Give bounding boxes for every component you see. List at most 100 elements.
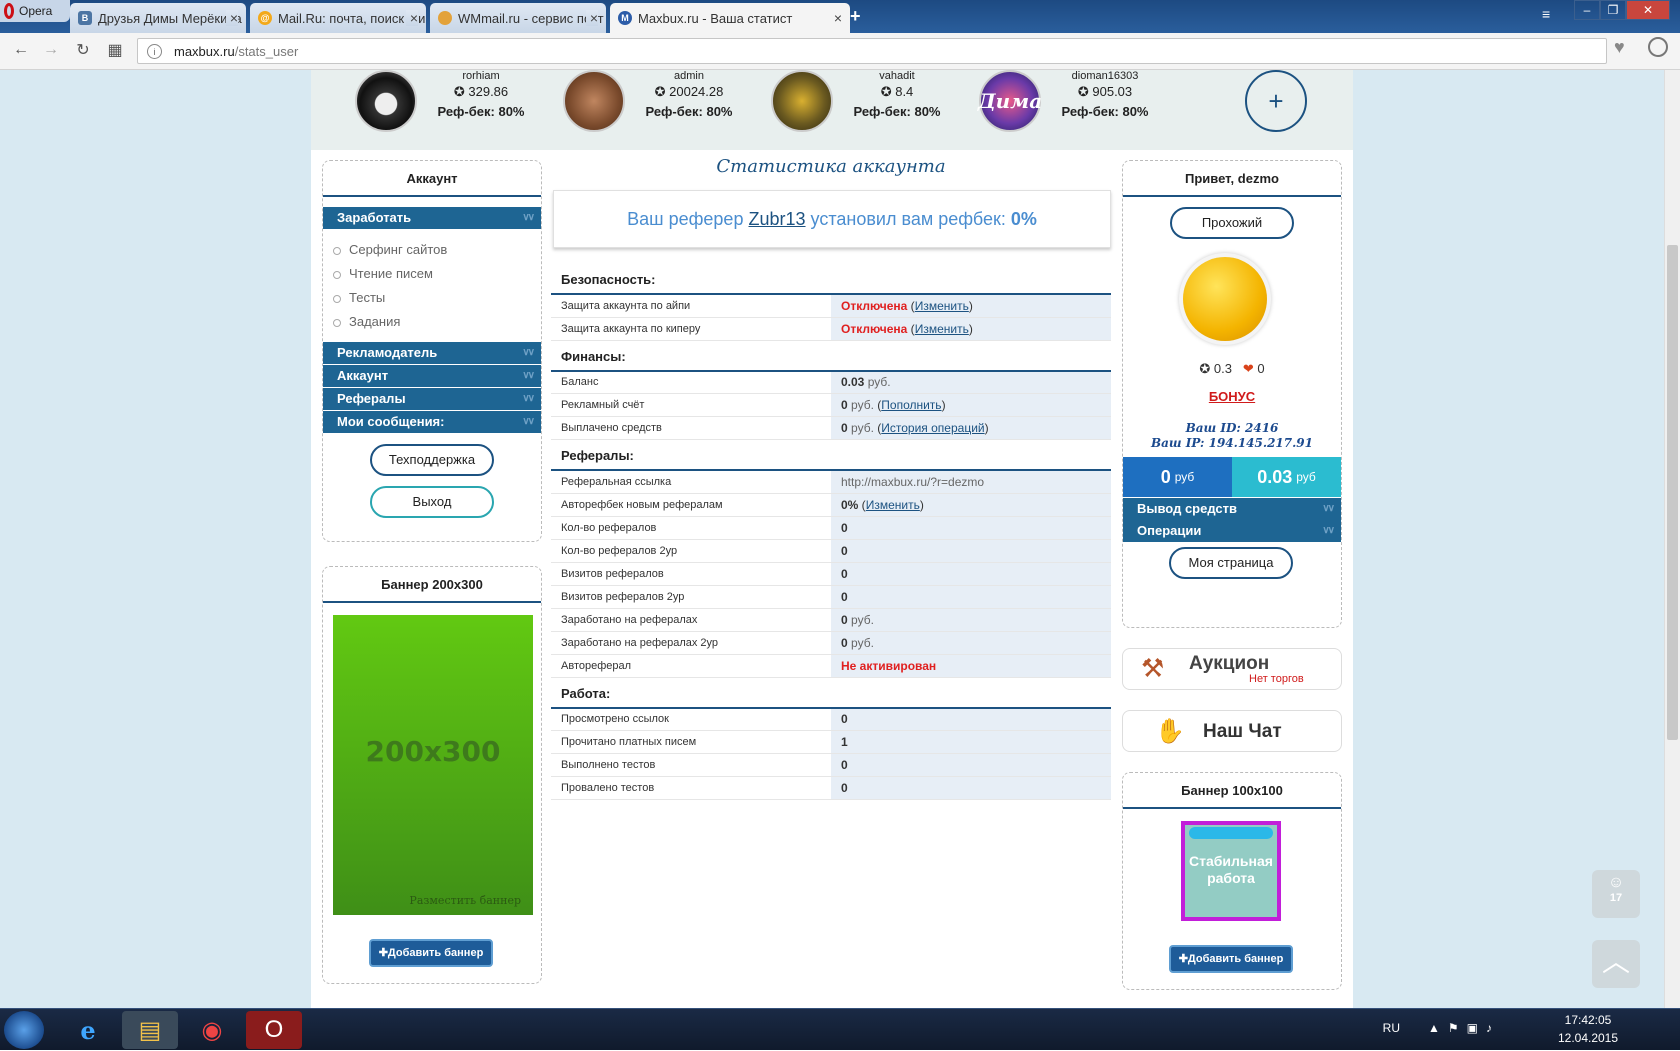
browser-tab-mailru[interactable]: @ Mail.Ru: почта, поиск в ин ×	[250, 3, 426, 33]
explorer-taskbar-icon[interactable]: ▤	[122, 1011, 178, 1049]
row-label: Рекламный счёт	[551, 393, 831, 417]
row-label: Визитов рефералов 2ур	[551, 585, 831, 609]
start-button[interactable]	[4, 1011, 44, 1049]
row-value: 0 руб. (История операций)	[831, 416, 1111, 440]
referral-refback: Реф-бек: 80%	[1061, 104, 1149, 119]
tab-close-icon[interactable]: ×	[829, 10, 842, 26]
account-icon[interactable]	[1648, 37, 1668, 57]
new-tab-button[interactable]: +	[850, 6, 861, 27]
browser-tab-wmmail[interactable]: WMmail.ru - сервис почт ×	[430, 3, 606, 33]
menu-account[interactable]: Аккаунт	[323, 365, 541, 387]
add-referral-button[interactable]: +	[1245, 70, 1307, 132]
tab-close-icon[interactable]: ×	[585, 10, 598, 26]
row-value: Отключена (Изменить)	[831, 294, 1111, 318]
banner200-ad[interactable]: 200x300 Разместить баннер	[333, 615, 533, 915]
avatar[interactable]	[355, 70, 417, 132]
avatar[interactable]	[563, 70, 625, 132]
online-counter-widget[interactable]: ☺ 17	[1592, 870, 1640, 918]
add-banner100-button[interactable]: ✚Добавить баннер	[1169, 945, 1293, 973]
banner200-box: Баннер 200x300 200x300 Разместить баннер…	[322, 566, 542, 984]
menu-item-tests[interactable]: Тесты	[333, 286, 541, 310]
table-row: Кол-во рефералов 2ур 0	[551, 539, 1111, 563]
top-referral-4[interactable]: Дима dioman16303 ✪ 905.03 Реф-бек: 80%	[935, 70, 1149, 140]
address-bar-row: ← → ↻ ▦ i maxbux.ru/stats_user ♥	[0, 33, 1680, 70]
bookmark-heart-icon[interactable]: ♥	[1614, 37, 1625, 58]
menu-referrals[interactable]: Рефералы	[323, 388, 541, 410]
status-text: Отключена	[841, 298, 908, 313]
top-referral-3[interactable]: vahadit ✪ 8.4 Реф-бек: 80%	[727, 70, 941, 140]
ad-sub[interactable]: Разместить баннер	[409, 894, 521, 907]
change-link[interactable]: Изменить	[915, 322, 969, 336]
account-menu-title: Аккаунт	[323, 161, 541, 197]
language-indicator[interactable]: RU	[1383, 1021, 1400, 1035]
user-id: Ваш ID: 2416	[1185, 421, 1279, 435]
site-info-icon[interactable]: i	[147, 44, 162, 59]
operations-menu[interactable]: Операции	[1123, 520, 1341, 542]
user-ip: Ваш IP: 194.145.217.91	[1151, 436, 1313, 450]
menu-item-surfing[interactable]: Серфинг сайтов	[333, 238, 541, 262]
status-badge[interactable]: Прохожий	[1170, 207, 1294, 239]
clock-time[interactable]: 17:42:05	[1548, 1013, 1628, 1027]
withdraw-menu[interactable]: Вывод средств	[1123, 498, 1341, 520]
opera-menu-button[interactable]: Opera	[0, 0, 70, 22]
close-window-button[interactable]: ✕	[1626, 0, 1670, 20]
add-banner200-button[interactable]: ✚Добавить баннер	[369, 939, 493, 967]
menu-item-mail[interactable]: Чтение писем	[333, 262, 541, 286]
ie-taskbar-icon[interactable]: e	[60, 1011, 116, 1049]
row-label: Кол-во рефералов 2ур	[551, 539, 831, 563]
referrer-link[interactable]: Zubr13	[748, 209, 805, 229]
speed-dial-grid-icon[interactable]: ▦	[104, 39, 126, 61]
maximize-button[interactable]: ❐	[1600, 0, 1626, 20]
row-value: 0	[831, 516, 1111, 540]
menu-messages[interactable]: Мои сообщения:	[323, 411, 541, 433]
minimize-button[interactable]: –	[1574, 0, 1600, 20]
row-label: Баланс	[551, 370, 831, 394]
sleepy-smiley-avatar	[1183, 257, 1267, 341]
row-value: 0% (Изменить)	[831, 493, 1111, 517]
table-row: Защита аккаунта по айпи Отключена (Измени…	[551, 294, 1111, 318]
plus-icon: ✚	[1178, 953, 1188, 965]
my-page-button[interactable]: Моя страница	[1169, 547, 1293, 579]
row-label: Просмотрено ссылок	[551, 707, 831, 731]
browser-tab-vk[interactable]: В Друзья Димы Мерёкина ×	[70, 3, 246, 33]
avatar[interactable]	[771, 70, 833, 132]
topup-link[interactable]: Пополнить	[881, 398, 941, 412]
url-field[interactable]: i maxbux.ru/stats_user	[137, 38, 1607, 64]
scroll-top-button[interactable]: ︿	[1592, 940, 1640, 988]
reload-icon[interactable]: ↻	[72, 39, 94, 61]
top-referral-1[interactable]: rorhiam ✪ 329.86 Реф-бек: 80%	[311, 70, 525, 140]
tray-icons[interactable]: ▲⚑▣♪	[1428, 1021, 1500, 1035]
change-link[interactable]: Изменить	[915, 299, 969, 313]
tab-close-icon[interactable]: ×	[405, 10, 418, 26]
logout-button[interactable]: Выход	[370, 486, 494, 518]
tab-close-icon[interactable]: ×	[225, 10, 238, 26]
scrollbar-thumb[interactable]	[1667, 245, 1678, 740]
bonus-link[interactable]: БОНУС	[1123, 389, 1341, 404]
forward-arrow-icon[interactable]: →	[40, 39, 62, 61]
tab-menu-icon[interactable]: ≡	[1542, 6, 1550, 22]
row-label: Выплачено средств	[551, 416, 831, 440]
opera-taskbar-icon[interactable]: O	[246, 1011, 302, 1049]
row-value: 0	[831, 562, 1111, 586]
change-link[interactable]: Изменить	[866, 498, 920, 512]
row-value[interactable]: http://maxbux.ru/?r=dezmo	[831, 470, 1111, 494]
chat-widget[interactable]: ✋ Наш Чат	[1122, 710, 1342, 752]
banner100-ad[interactable]: Стабильная работа	[1181, 821, 1281, 921]
top-referral-2[interactable]: admin ✪ 20024.28 Реф-бек: 80%	[519, 70, 733, 140]
chrome-taskbar-icon[interactable]: ◉	[184, 1011, 240, 1049]
history-link[interactable]: История операций	[881, 421, 984, 435]
row-label: Автореферал	[551, 654, 831, 678]
menu-item-tasks[interactable]: Задания	[333, 310, 541, 334]
page-scrollbar[interactable]	[1664, 70, 1680, 1008]
back-arrow-icon[interactable]: ←	[10, 39, 32, 61]
avatar[interactable]: Дима	[978, 70, 1042, 132]
main-balance: 0 руб	[1123, 457, 1232, 497]
menu-advertiser[interactable]: Рекламодатель	[323, 342, 541, 364]
row-value: 1	[831, 730, 1111, 754]
browser-tab-maxbux[interactable]: M Maxbux.ru - Ваша статист ×	[610, 3, 850, 33]
balance-row: 0 руб 0.03 руб	[1123, 457, 1341, 497]
support-button[interactable]: Техподдержка	[370, 444, 494, 476]
auction-widget[interactable]: ⚒ Аукцион Нет торгов	[1122, 648, 1342, 690]
menu-earn[interactable]: Заработать	[323, 207, 541, 229]
ad-balance: 0.03 руб	[1232, 457, 1341, 497]
